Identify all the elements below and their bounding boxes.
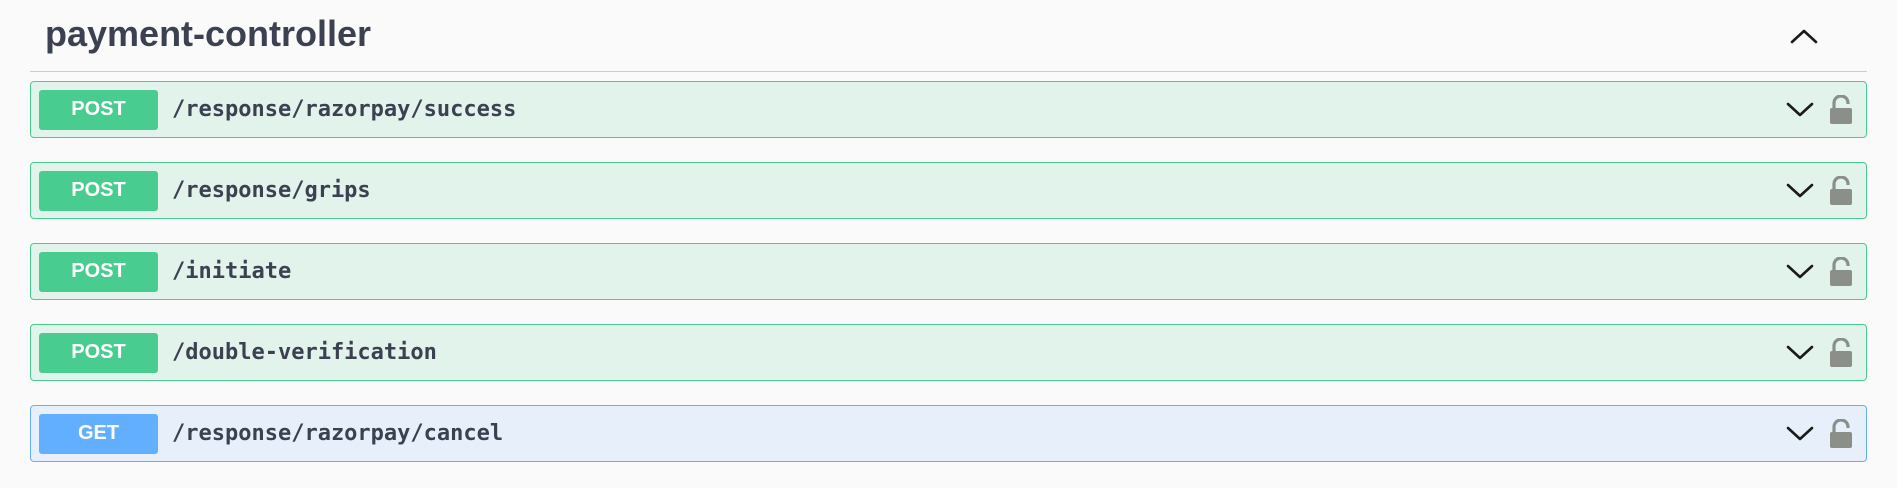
lock-icon[interactable] bbox=[1826, 335, 1856, 371]
section-header[interactable]: payment-controller bbox=[30, 0, 1867, 72]
chevron-down-icon[interactable] bbox=[1782, 92, 1818, 128]
operation-path: /double-verification bbox=[172, 340, 437, 365]
method-badge: POST bbox=[39, 332, 158, 373]
operations-list: POST /response/razorpay/success POST /re… bbox=[30, 81, 1867, 462]
operation-row[interactable]: POST /initiate bbox=[30, 243, 1867, 300]
operation-path: /response/grips bbox=[172, 178, 371, 203]
section-title: payment-controller bbox=[45, 13, 372, 54]
chevron-down-icon[interactable] bbox=[1782, 335, 1818, 371]
method-badge: GET bbox=[39, 413, 158, 454]
operation-row[interactable]: GET /response/razorpay/cancel bbox=[30, 405, 1867, 462]
method-badge: POST bbox=[39, 251, 158, 292]
operation-row[interactable]: POST /response/razorpay/success bbox=[30, 81, 1867, 138]
lock-icon[interactable] bbox=[1826, 92, 1856, 128]
chevron-down-icon[interactable] bbox=[1782, 254, 1818, 290]
lock-icon[interactable] bbox=[1826, 173, 1856, 209]
payment-controller-section: payment-controller POST /response/razorp… bbox=[30, 0, 1867, 486]
operation-path: /response/razorpay/cancel bbox=[172, 421, 504, 446]
operation-path: /initiate bbox=[172, 259, 292, 284]
chevron-down-icon[interactable] bbox=[1782, 416, 1818, 452]
method-badge: POST bbox=[39, 170, 158, 211]
chevron-up-icon[interactable] bbox=[1779, 11, 1829, 61]
operation-path: /response/razorpay/success bbox=[172, 97, 517, 122]
operation-row[interactable]: POST /double-verification bbox=[30, 324, 1867, 381]
method-badge: POST bbox=[39, 89, 158, 130]
chevron-down-icon[interactable] bbox=[1782, 173, 1818, 209]
lock-icon[interactable] bbox=[1826, 416, 1856, 452]
operation-row[interactable]: POST /response/grips bbox=[30, 162, 1867, 219]
lock-icon[interactable] bbox=[1826, 254, 1856, 290]
